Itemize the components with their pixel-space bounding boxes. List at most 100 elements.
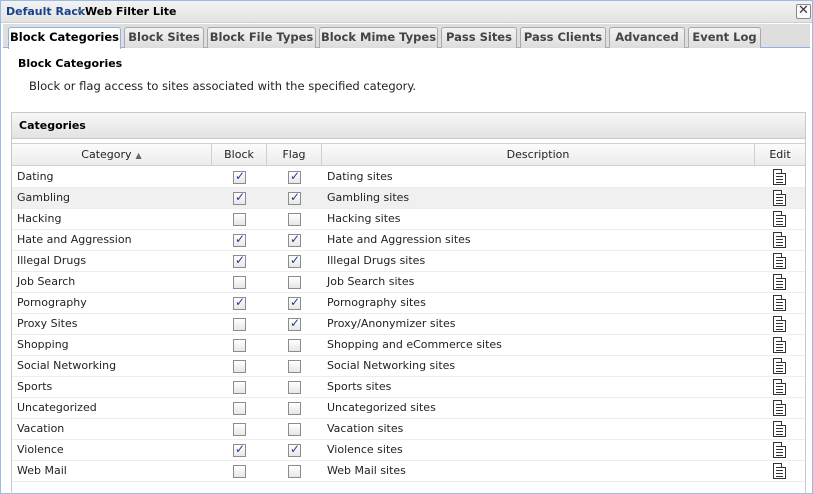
close-button[interactable]: ✕ [796, 4, 811, 19]
table-row: Uncategorized Uncategorized sites [12, 398, 805, 419]
flag-checkbox[interactable] [288, 213, 301, 226]
table-row: Web Mail Web Mail sites [12, 461, 805, 482]
panel-title: Categories [12, 113, 805, 139]
block-checkbox[interactable] [233, 423, 246, 436]
flag-checkbox[interactable] [288, 381, 301, 394]
table-row: Violence Violence sites [12, 440, 805, 461]
flag-checkbox[interactable] [288, 442, 301, 457]
flag-checkbox[interactable] [288, 169, 301, 184]
table-row: Gambling Gambling sites [12, 188, 805, 209]
web-filter-window: Default Rack ▸ Web Filter Lite ✕ Block C… [0, 0, 813, 494]
category-description: Sports sites [327, 380, 392, 393]
flag-checkbox[interactable] [288, 465, 301, 478]
flag-checkbox[interactable] [288, 360, 301, 373]
category-description: Shopping and eCommerce sites [327, 338, 502, 351]
block-checkbox[interactable] [233, 232, 246, 247]
category-name: Violence [17, 443, 64, 456]
edit-document-icon[interactable] [773, 400, 786, 416]
category-name: Uncategorized [17, 401, 97, 414]
block-checkbox[interactable] [233, 318, 246, 331]
block-checkbox[interactable] [233, 213, 246, 226]
category-name: Proxy Sites [17, 317, 78, 330]
edit-document-icon[interactable] [773, 190, 786, 206]
category-description: Pornography sites [327, 296, 426, 309]
edit-document-icon[interactable] [773, 442, 786, 458]
edit-document-icon[interactable] [773, 169, 786, 185]
section-title: Block Categories [18, 57, 123, 70]
flag-checkbox[interactable] [288, 316, 301, 331]
table-row: Hacking Hacking sites [12, 209, 805, 230]
edit-document-icon[interactable] [773, 463, 786, 479]
grid-body: Dating Dating sites Gambling Gambling site… [12, 167, 805, 482]
flag-checkbox[interactable] [288, 276, 301, 289]
block-checkbox[interactable] [233, 360, 246, 373]
edit-document-icon[interactable] [773, 379, 786, 395]
breadcrumb-root-link[interactable]: Default Rack [6, 5, 85, 18]
block-checkbox[interactable] [233, 465, 246, 478]
block-checkbox[interactable] [233, 253, 246, 268]
flag-checkbox[interactable] [288, 339, 301, 352]
edit-document-icon[interactable] [773, 316, 786, 332]
category-description: Social Networking sites [327, 359, 456, 372]
block-checkbox[interactable] [233, 295, 246, 310]
edit-document-icon[interactable] [773, 253, 786, 269]
tab-event-log[interactable]: Event Log [688, 27, 761, 48]
edit-document-icon[interactable] [773, 232, 786, 248]
category-name: Hacking [17, 212, 62, 225]
category-description: Web Mail sites [327, 464, 406, 477]
block-checkbox[interactable] [233, 190, 246, 205]
flag-checkbox[interactable] [288, 402, 301, 415]
category-name: Sports [17, 380, 53, 393]
block-checkbox[interactable] [233, 276, 246, 289]
edit-document-icon[interactable] [773, 295, 786, 311]
flag-checkbox[interactable] [288, 232, 301, 247]
flag-checkbox[interactable] [288, 253, 301, 268]
block-checkbox[interactable] [233, 169, 246, 184]
tab-block-file-types[interactable]: Block File Types [207, 27, 316, 48]
category-name: Job Search [17, 275, 76, 288]
category-name: Pornography [17, 296, 87, 309]
tab-block-sites[interactable]: Block Sites [124, 27, 204, 48]
block-checkbox[interactable] [233, 339, 246, 352]
edit-document-icon[interactable] [773, 421, 786, 437]
category-description: Hacking sites [327, 212, 401, 225]
tab-pass-sites[interactable]: Pass Sites [441, 27, 517, 48]
breadcrumb-arrow-icon: ▸ [78, 6, 83, 15]
category-description: Job Search sites [327, 275, 415, 288]
title-bar: Default Rack ▸ Web Filter Lite ✕ [1, 1, 812, 23]
edit-document-icon[interactable] [773, 211, 786, 227]
category-name: Illegal Drugs [17, 254, 87, 267]
grid-header: Category ▲ Block Flag Description Edit [12, 143, 805, 166]
category-description: Dating sites [327, 170, 393, 183]
tab-block-mime-types[interactable]: Block Mime Types [319, 27, 438, 48]
breadcrumb-current: Web Filter Lite [85, 5, 177, 18]
column-header-edit[interactable]: Edit [755, 144, 805, 166]
flag-checkbox[interactable] [288, 295, 301, 310]
category-description: Proxy/Anonymizer sites [327, 317, 456, 330]
categories-panel: Categories Category ▲ Block Flag Descript… [11, 112, 806, 494]
flag-checkbox[interactable] [288, 423, 301, 436]
column-header-description[interactable]: Description [322, 144, 755, 166]
block-checkbox[interactable] [233, 442, 246, 457]
edit-document-icon[interactable] [773, 274, 786, 290]
category-description: Vacation sites [327, 422, 404, 435]
block-checkbox[interactable] [233, 402, 246, 415]
table-row: Hate and Aggression Hate and Aggression s… [12, 230, 805, 251]
category-name: Vacation [17, 422, 65, 435]
table-row: Shopping Shopping and eCommerce sites [12, 335, 805, 356]
edit-document-icon[interactable] [773, 337, 786, 353]
table-row: Social Networking Social Networking sites [12, 356, 805, 377]
column-header-category[interactable]: Category ▲ [12, 144, 212, 166]
table-row: Job Search Job Search sites [12, 272, 805, 293]
tab-advanced[interactable]: Advanced [609, 27, 685, 48]
table-row: Sports Sports sites [12, 377, 805, 398]
column-header-flag[interactable]: Flag [267, 144, 322, 166]
edit-document-icon[interactable] [773, 358, 786, 374]
sort-ascending-icon: ▲ [135, 151, 142, 160]
tab-block-categories[interactable]: Block Categories [8, 27, 121, 49]
block-checkbox[interactable] [233, 381, 246, 394]
table-row: Proxy Sites Proxy/Anonymizer sites [12, 314, 805, 335]
column-header-block[interactable]: Block [212, 144, 267, 166]
tab-pass-clients[interactable]: Pass Clients [520, 27, 606, 48]
flag-checkbox[interactable] [288, 190, 301, 205]
